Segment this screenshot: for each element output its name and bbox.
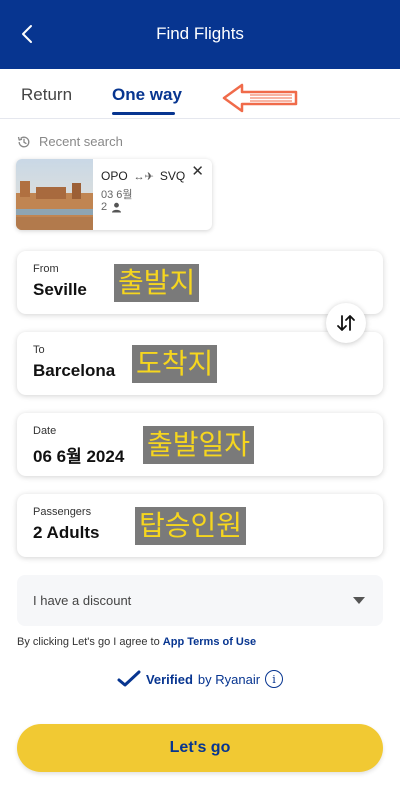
checkmark-icon [117, 670, 141, 687]
from-annotation: 출발지 [114, 264, 200, 302]
date-label: Date [33, 425, 57, 437]
tab-return[interactable]: Return [21, 85, 72, 105]
to-label: To [33, 344, 45, 356]
page-title: Find Flights [156, 24, 244, 43]
date-value: 06 6월 2024 [33, 447, 125, 466]
tab-one-way[interactable]: One way [112, 85, 182, 105]
date-field[interactable]: Date 06 6월 2024 출발일자 [17, 413, 383, 476]
to-field[interactable]: To Barcelona 도착지 [17, 332, 383, 395]
recent-passengers: 2 [101, 201, 122, 213]
recent-search-label: Recent search [39, 134, 123, 149]
recent-origin: OPO [101, 169, 128, 183]
arrow-annotation-icon [222, 83, 298, 113]
date-annotation: 출발일자 [143, 426, 255, 464]
trip-type-tabs: Return One way [0, 69, 400, 119]
terms-prefix: By clicking Let's go I agree to [17, 636, 163, 648]
city-thumbnail [16, 159, 93, 230]
recent-route: OPO ↔✈ SVQ [101, 169, 185, 183]
plane-icon: ↔✈ [133, 170, 154, 183]
swap-icon [337, 315, 355, 331]
person-icon [112, 202, 122, 212]
passengers-annotation: 탑승인원 [135, 507, 247, 545]
app-header: Find Flights [0, 0, 400, 69]
passengers-label: Passengers [33, 506, 92, 518]
discount-dropdown[interactable]: I have a discount [17, 575, 383, 626]
to-value: Barcelona [33, 361, 116, 380]
close-icon[interactable]: ✕ [191, 162, 204, 180]
chevron-down-icon [353, 597, 365, 604]
verified-badge: Verified by Ryanair i [0, 670, 400, 688]
recent-passenger-count: 2 [101, 201, 108, 213]
recent-search-card[interactable]: OPO ↔✈ SVQ 03 6월 2 ✕ [16, 159, 212, 230]
passengers-value: 2 Adults [33, 523, 100, 542]
from-label: From [33, 263, 59, 275]
active-tab-indicator [112, 112, 175, 115]
verified-suffix: by Ryanair [197, 671, 261, 687]
to-annotation: 도착지 [132, 345, 218, 383]
verified-bold: Verified [145, 671, 193, 687]
lets-go-button[interactable]: Let's go [17, 724, 383, 772]
recent-date: 03 6월 [101, 189, 133, 201]
terms-link[interactable]: App Terms of Use [163, 636, 256, 648]
terms-text: By clicking Let's go I agree to App Term… [17, 636, 256, 648]
swap-button[interactable] [326, 303, 366, 343]
history-icon [17, 136, 30, 147]
from-value: Seville [33, 280, 87, 299]
passengers-field[interactable]: Passengers 2 Adults 탑승인원 [17, 494, 383, 557]
info-icon[interactable]: i [265, 670, 284, 688]
recent-search-heading: Recent search [17, 134, 123, 149]
from-field[interactable]: From Seville 출발지 [17, 251, 383, 314]
recent-destination: SVQ [159, 169, 186, 183]
discount-label: I have a discount [33, 593, 132, 608]
